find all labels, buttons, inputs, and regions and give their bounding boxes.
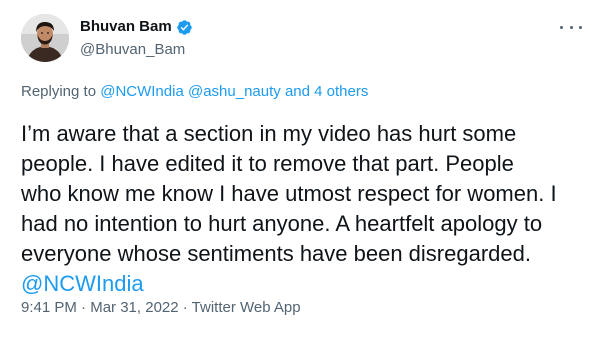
- author-display-name[interactable]: Bhuvan Bam: [80, 17, 172, 37]
- tweet-mention-link[interactable]: @NCWIndia: [21, 269, 144, 299]
- avatar[interactable]: [21, 14, 69, 62]
- author-block: Bhuvan Bam @Bhuvan_Bam: [80, 17, 193, 60]
- meta-separator: ·: [178, 299, 192, 316]
- reply-mention-others[interactable]: and 4 others: [285, 83, 368, 100]
- tweet-meta: 9:41 PM · Mar 31, 2022 · Twitter Web App: [21, 298, 301, 318]
- more-options-button[interactable]: [560, 20, 582, 34]
- replying-to-line: Replying to @NCWIndia @ashu_nauty and 4 …: [21, 82, 368, 102]
- reply-mention-ncwindia[interactable]: @NCWIndia: [100, 83, 184, 100]
- tweet-text: I’m aware that a section in my video has…: [21, 121, 557, 266]
- author-name-row: Bhuvan Bam: [80, 17, 193, 37]
- replying-to-label: Replying to: [21, 83, 97, 100]
- tweet-source: Twitter Web App: [191, 299, 301, 316]
- author-handle[interactable]: @Bhuvan_Bam: [80, 40, 193, 60]
- tweet-time[interactable]: 9:41 PM: [21, 299, 77, 316]
- tweet-date[interactable]: Mar 31, 2022: [90, 299, 178, 316]
- more-dot-icon: [569, 25, 573, 29]
- profile-photo-icon: [21, 14, 69, 62]
- reply-mention-ashu-nauty[interactable]: @ashu_nauty: [188, 83, 281, 100]
- more-dot-icon: [560, 25, 563, 29]
- more-dot-icon: [579, 25, 582, 29]
- tweet-card: Bhuvan Bam @Bhuvan_Bam Replying to @NCWI…: [0, 0, 600, 338]
- meta-separator: ·: [76, 299, 91, 316]
- verified-badge-icon: [176, 19, 192, 35]
